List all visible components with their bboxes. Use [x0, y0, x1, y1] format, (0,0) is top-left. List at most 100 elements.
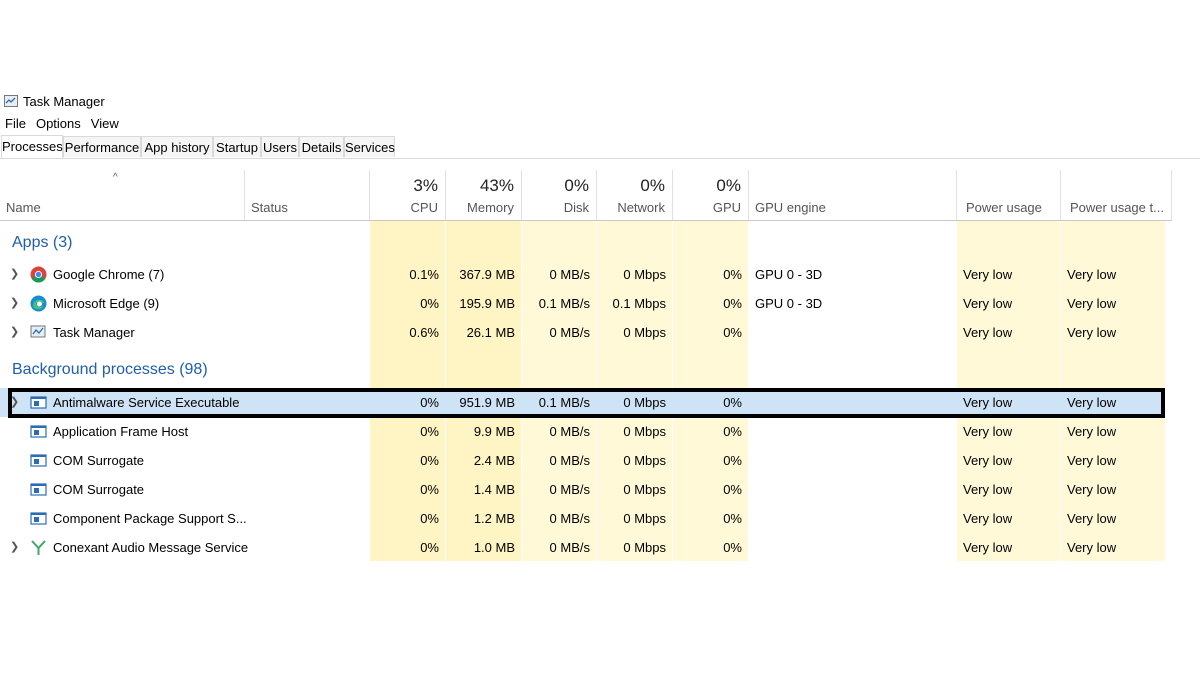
- tab-performance[interactable]: Performance: [63, 136, 141, 157]
- process-name: Microsoft Edge (9): [53, 296, 160, 311]
- process-row[interactable]: ❯ Task Manager 0.6% 26.1 MB 0 MB/s 0 Mbps 0% Ve…: [0, 318, 1165, 347]
- menu-bar: File Options View: [0, 114, 124, 132]
- expand-chevron-icon[interactable]: ❯: [10, 260, 19, 289]
- power-trend-value: Very low: [1067, 267, 1117, 282]
- memory-value: 367.9 MB: [459, 267, 515, 282]
- memory-total: 43%: [479, 176, 514, 195]
- process-row[interactable]: ❯ Google Chrome (7) 0.1% 367.9 MB 0 MB/s 0 Mb…: [0, 260, 1165, 289]
- cpu-value: 0%: [420, 482, 439, 497]
- power-trend-value: Very low: [1067, 424, 1117, 439]
- disk-value: 0 MB/s: [549, 325, 590, 340]
- service-window-icon: [30, 452, 47, 469]
- header-power-usage[interactable]: Power usage: [957, 170, 1061, 220]
- group-header-background[interactable]: Background processes (98): [0, 356, 1165, 385]
- power-value: Very low: [963, 424, 1013, 439]
- process-name: Application Frame Host: [53, 424, 189, 439]
- task-manager-icon: [4, 95, 18, 107]
- power-trend-value: Very low: [1067, 325, 1117, 340]
- cpu-value: 0%: [420, 511, 439, 526]
- process-row[interactable]: ❯ Antimalware Service Executable 0% 951.9 M…: [0, 388, 1165, 417]
- tab-startup[interactable]: Startup: [213, 136, 261, 157]
- tab-services[interactable]: Services: [344, 136, 395, 157]
- column-header: ^ Name Status 3% CPU 43% Memory 0% Disk …: [0, 170, 1172, 221]
- header-name[interactable]: ^ Name: [0, 170, 245, 220]
- service-window-icon: [30, 394, 47, 411]
- disk-value: 0 MB/s: [549, 511, 590, 526]
- network-value: 0 Mbps: [623, 453, 666, 468]
- memory-value: 1.2 MB: [473, 511, 515, 526]
- memory-value: 195.9 MB: [459, 296, 515, 311]
- sort-up-icon: ^: [113, 172, 118, 183]
- gpu-total: 0%: [716, 176, 741, 195]
- gpu-engine-value: GPU 0 - 3D: [755, 267, 823, 282]
- header-memory[interactable]: 43% Memory: [446, 170, 522, 220]
- process-row[interactable]: Component Package Support S... 0% 1.2 MB 0 …: [0, 504, 1165, 533]
- title-bar: Task Manager: [0, 92, 105, 110]
- network-value: 0 Mbps: [623, 540, 666, 555]
- tab-app-history[interactable]: App history: [141, 136, 213, 157]
- disk-value: 0 MB/s: [549, 424, 590, 439]
- disk-value: 0 MB/s: [549, 540, 590, 555]
- gpu-value: 0%: [723, 482, 742, 497]
- process-row[interactable]: ❯ Conexant Audio Message Service 0% 1.0 MB 0…: [0, 533, 1165, 562]
- gpu-value: 0%: [723, 325, 742, 340]
- power-trend-value: Very low: [1067, 453, 1117, 468]
- menu-view[interactable]: View: [86, 116, 124, 131]
- expand-chevron-icon[interactable]: ❯: [10, 289, 19, 318]
- window-title: Task Manager: [23, 93, 105, 109]
- cpu-total: 3%: [413, 176, 438, 195]
- power-value: Very low: [963, 267, 1013, 282]
- process-row[interactable]: COM Surrogate 0% 1.4 MB 0 MB/s 0 Mbps 0% Very …: [0, 475, 1165, 504]
- process-row[interactable]: ❯ Microsoft Edge (9) 0% 195.9 MB 0.1 MB/s 0.1…: [0, 289, 1165, 318]
- network-value: 0 Mbps: [623, 424, 666, 439]
- header-power-usage-trend[interactable]: Power usage t...: [1061, 170, 1172, 220]
- power-value: Very low: [963, 482, 1013, 497]
- gpu-engine-value: [755, 417, 955, 446]
- expand-chevron-icon[interactable]: ❯: [10, 533, 19, 562]
- process-name: Component Package Support S...: [53, 511, 247, 526]
- conexant-icon: [30, 539, 47, 556]
- gpu-value: 0%: [723, 511, 742, 526]
- gpu-engine-value: [755, 475, 955, 504]
- gpu-engine-value: [755, 318, 955, 347]
- header-gpu[interactable]: 0% GPU: [673, 170, 749, 220]
- memory-value: 9.9 MB: [473, 424, 515, 439]
- header-status[interactable]: Status: [245, 170, 370, 220]
- process-row[interactable]: COM Surrogate 0% 2.4 MB 0 MB/s 0 Mbps 0% Very …: [0, 446, 1165, 475]
- menu-file[interactable]: File: [0, 116, 31, 131]
- gpu-engine-value: [755, 388, 955, 417]
- network-value: 0 Mbps: [623, 482, 666, 497]
- network-value: 0.1 Mbps: [612, 296, 666, 311]
- gpu-value: 0%: [723, 453, 742, 468]
- disk-value: 0.1 MB/s: [538, 395, 590, 410]
- gpu-engine-value: [755, 504, 955, 533]
- process-name: COM Surrogate: [53, 482, 145, 497]
- cpu-value: 0%: [420, 395, 439, 410]
- network-total: 0%: [640, 176, 665, 195]
- header-disk[interactable]: 0% Disk: [522, 170, 597, 220]
- header-gpu-engine[interactable]: GPU engine: [749, 170, 957, 220]
- menu-options[interactable]: Options: [31, 116, 86, 131]
- gpu-engine-value: GPU 0 - 3D: [755, 296, 823, 311]
- disk-value: 0.1 MB/s: [538, 296, 590, 311]
- memory-value: 1.0 MB: [473, 540, 515, 555]
- group-header-apps[interactable]: Apps (3): [0, 229, 1165, 258]
- edge-icon: [30, 295, 47, 312]
- header-cpu[interactable]: 3% CPU: [370, 170, 446, 220]
- expand-chevron-icon[interactable]: ❯: [10, 318, 19, 347]
- tab-processes[interactable]: Processes: [1, 135, 63, 158]
- power-value: Very low: [963, 540, 1013, 555]
- process-row[interactable]: Application Frame Host 0% 9.9 MB 0 MB/s 0 Mb…: [0, 417, 1165, 446]
- cpu-value: 0%: [420, 453, 439, 468]
- service-window-icon: [30, 481, 47, 498]
- header-network[interactable]: 0% Network: [597, 170, 673, 220]
- tab-details[interactable]: Details: [299, 136, 344, 157]
- task-manager-icon: [30, 324, 47, 341]
- power-trend-value: Very low: [1067, 482, 1117, 497]
- expand-chevron-icon[interactable]: ❯: [10, 388, 19, 417]
- cpu-value: 0.1%: [409, 267, 439, 282]
- network-value: 0 Mbps: [623, 267, 666, 282]
- cpu-value: 0%: [420, 540, 439, 555]
- power-trend-value: Very low: [1067, 296, 1117, 311]
- tab-users[interactable]: Users: [261, 136, 299, 157]
